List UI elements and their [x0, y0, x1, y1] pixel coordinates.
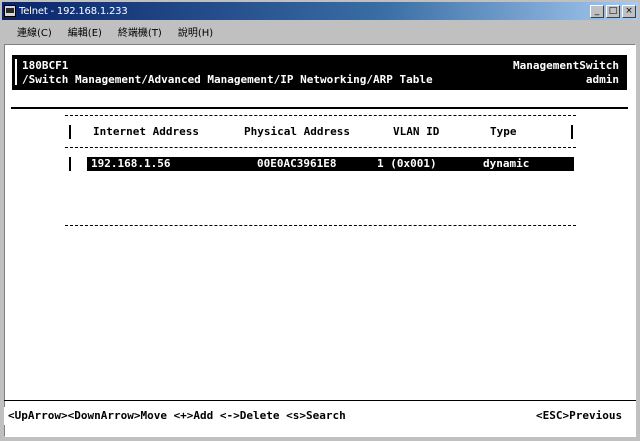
close-button[interactable]: ×: [622, 4, 636, 18]
header-bar-marker: [15, 59, 17, 85]
column-header-vlan: VLAN ID: [393, 125, 440, 138]
column-header-ip: Internet Address: [93, 125, 199, 138]
column-header-mac: Physical Address: [244, 125, 350, 138]
key-help-line: <UpArrow><DownArrow>Move <+>Add <->Delet…: [4, 407, 636, 425]
user-name: admin: [585, 73, 619, 86]
menu-edit[interactable]: 編輯(E): [65, 23, 105, 40]
window-title: Telnet - 192.168.1.233: [19, 5, 128, 17]
minimize-button[interactable]: _: [590, 4, 604, 18]
telnet-window: Telnet - 192.168.1.233 _ □ × 連線(C) 編輯(E)…: [0, 0, 640, 441]
row-mac: 00E0AC3961E8: [257, 157, 337, 170]
table-bottom-border: [65, 225, 576, 226]
header-divider: [11, 107, 628, 109]
navigation-keys: <UpArrow><DownArrow>Move <+>Add <->Delet…: [8, 409, 346, 422]
device-name: 180BCF1: [22, 59, 69, 72]
row-ip: 192.168.1.56: [91, 157, 171, 170]
telnet-app-icon: [4, 5, 16, 17]
row-left-border: [69, 157, 71, 171]
menu-terminal[interactable]: 終端機(T): [115, 23, 165, 40]
screen-header: 180BCF1 ManagementSwitch /Switch Managem…: [12, 55, 627, 90]
menu-path: /Switch Management/Advanced Management/I…: [22, 73, 433, 86]
window-controls: _ □ ×: [590, 4, 636, 18]
table-top-border: [65, 115, 576, 116]
column-header-type: Type: [490, 125, 517, 138]
table-right-border: [571, 125, 573, 139]
escape-key-hint: <ESC>Previous: [536, 409, 623, 422]
row-vlan: 1 (0x001): [377, 157, 437, 170]
row-type: dynamic: [483, 157, 530, 170]
table-header-border: [65, 147, 576, 148]
table-left-border: [69, 125, 71, 139]
maximize-button[interactable]: □: [606, 4, 620, 18]
menu-help[interactable]: 說明(H): [175, 23, 216, 40]
device-type: ManagementSwitch: [513, 59, 619, 72]
menu-bar: 連線(C) 編輯(E) 終端機(T) 說明(H): [2, 21, 638, 41]
arp-table: Internet Address Physical Address VLAN I…: [65, 115, 576, 227]
table-row[interactable]: 192.168.1.56 00E0AC3961E8 1 (0x001) dyna…: [87, 157, 574, 171]
menu-connect[interactable]: 連線(C): [14, 23, 55, 40]
footer-divider: [4, 400, 636, 401]
terminal-screen[interactable]: 180BCF1 ManagementSwitch /Switch Managem…: [4, 44, 636, 437]
title-bar[interactable]: Telnet - 192.168.1.233 _ □ ×: [2, 2, 638, 20]
